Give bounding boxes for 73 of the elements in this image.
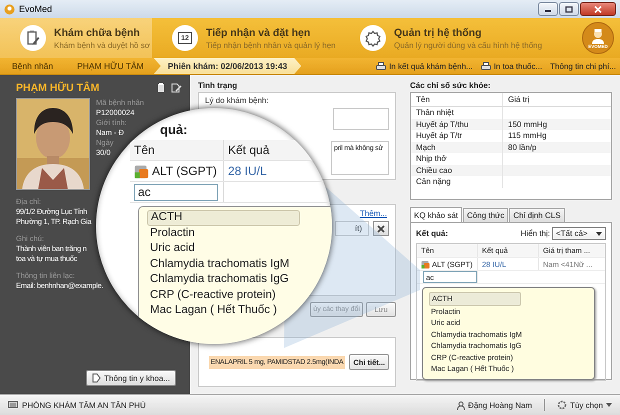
module-title: Khám chữa bệnh (54, 26, 141, 38)
medical-info-button[interactable]: Thông tin y khoa... (86, 370, 176, 386)
module-title: Tiếp nhận và đặt hẹn (206, 26, 312, 38)
tab[interactable]: Công thức (463, 208, 508, 222)
close-button[interactable] (580, 2, 616, 16)
add-link[interactable]: Thêm... (360, 209, 387, 218)
results-label: Kết quả: (416, 229, 448, 238)
table-cell-text: 28 IU/L (227, 163, 267, 180)
table-cell: Huyết áp T/thu (411, 118, 503, 130)
options-button[interactable]: Tùy chọn (557, 400, 612, 410)
printer-icon (376, 62, 386, 70)
close-icon (377, 224, 385, 232)
column-header: Tên (411, 93, 503, 106)
close-icon (594, 6, 602, 12)
diagnosis-field[interactable]: ít) (335, 221, 369, 236)
module-title: Quản trị hệ thống (394, 26, 482, 38)
clinic-icon (8, 401, 18, 409)
dropdown-arrow-icon (596, 232, 602, 236)
search-input[interactable]: ac (134, 184, 218, 200)
toolbar-link[interactable]: In toa thuốc... (480, 58, 542, 74)
suggestion-item[interactable]: Uric acid (147, 241, 195, 256)
field-label: Lý do khám bệnh: (205, 96, 269, 105)
edit-icon[interactable] (171, 83, 182, 93)
user-icon (457, 400, 466, 410)
caret-icon (606, 403, 612, 407)
suggestion-item[interactable]: Chlamydia trachomatis IgG (147, 272, 289, 288)
table-cell: Mạch (411, 142, 503, 153)
tab[interactable]: KQ khảo sát (410, 207, 462, 222)
patient-name: PHẠM HỮU TÂM (16, 82, 100, 94)
document-arrow-icon (92, 373, 102, 383)
toolbar-link[interactable]: In kết quả khám bệnh... (376, 58, 473, 74)
tab[interactable]: Chỉ định CLS (509, 208, 565, 222)
suggestion-item[interactable]: CRP (C-reactive protein) (147, 288, 276, 303)
module-subtitle: Khám bệnh và duyệt hồ sơ (54, 40, 150, 50)
section-title: Các chỉ số sức khỏe: (410, 81, 492, 92)
results-label: quả: (160, 122, 188, 139)
module-subtitle: Tiếp nhận bệnh nhân và quản lý hẹn (206, 40, 336, 50)
suggestion-item[interactable]: Chlamydia trachomatis IgM (147, 256, 290, 272)
minimize-button[interactable] (538, 2, 558, 16)
suggestion-item[interactable]: Mac Lagan ( Hết Thuốc ) (147, 303, 277, 318)
table-cell-text: 150 mmHg (507, 120, 548, 129)
document-icon[interactable] (157, 83, 166, 93)
reason-field[interactable] (333, 108, 389, 130)
column-header: Kết quả (227, 142, 270, 159)
module-tab[interactable]: Quản trị hệ thống Quản lý người dùng và cấu hình hệ thống (340, 18, 570, 58)
doctor-figure-icon (590, 28, 606, 44)
printer-icon (480, 62, 491, 70)
flask-icon (421, 260, 430, 268)
section-title: Tình trạng (198, 81, 238, 92)
app-logo-icon (4, 4, 15, 14)
filter-label: Hiển thị: (520, 229, 550, 238)
column-header: Giá trị (507, 95, 530, 104)
table-cell: ALT (SGPT) (152, 164, 217, 178)
notepad-icon (20, 25, 46, 51)
module-subtitle: Quản lý người dùng và cấu hình hệ thống (394, 40, 542, 50)
maximize-button[interactable] (559, 2, 579, 16)
breadcrumb-item[interactable]: Phiên khám: 02/06/2013 19:43 (154, 58, 302, 74)
table-cell: Cân nặng (411, 176, 503, 188)
maximize-icon (565, 6, 573, 12)
column-header: Tên (130, 140, 224, 160)
module-tab[interactable]: Khám chữa bệnh Khám bệnh và duyệt hồ sơ (0, 18, 152, 58)
table-cell-text: 115 mmHg (507, 131, 547, 140)
user-button[interactable]: Đặng Hoàng Nam (457, 400, 532, 410)
filter-dropdown[interactable]: <Tất cả> (552, 227, 606, 240)
flask-icon (134, 164, 149, 178)
delete-button[interactable] (373, 221, 389, 236)
suggestion-item[interactable]: Prolactin (147, 226, 195, 241)
toolbar-link[interactable]: Thông tin chi phí... (550, 58, 616, 74)
table-cell-text: 80 lần/p (507, 142, 536, 152)
window-title: EvoMed (19, 4, 52, 14)
table-cell: Chiều cao (411, 164, 503, 176)
suggestion-item[interactable]: ACTH (147, 210, 300, 226)
clinic-name: PHÒNG KHÁM TÂM AN TÂN PHÚ (22, 400, 146, 410)
